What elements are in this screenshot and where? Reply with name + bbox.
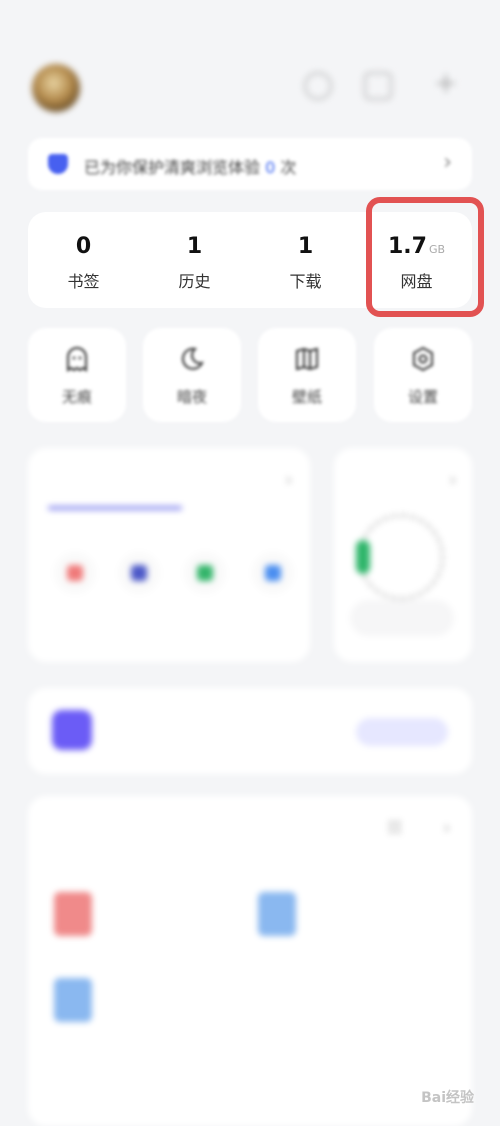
stat-bookmarks[interactable]: 0 书签 xyxy=(28,212,139,308)
moon-icon xyxy=(181,347,204,370)
edit-icon[interactable] xyxy=(364,72,392,100)
tool-item[interactable] xyxy=(180,552,230,608)
status-bar xyxy=(0,0,500,44)
gear-icon xyxy=(413,346,433,372)
stat-history[interactable]: 1 历史 xyxy=(139,212,250,308)
tile-incognito[interactable]: 无痕 xyxy=(28,328,126,422)
settings-icon[interactable] xyxy=(304,72,332,100)
storage-gauge-fill xyxy=(356,540,370,574)
stat-label: 历史 xyxy=(178,272,211,291)
more-icon[interactable]: › xyxy=(444,818,450,837)
protection-text: 已为你保护清爽浏览体验 0 次 xyxy=(84,154,296,178)
stat-label: 下载 xyxy=(289,272,322,291)
progress-bar xyxy=(48,506,182,510)
tile-night-mode[interactable]: 暗夜 xyxy=(143,328,241,422)
stat-label: 书签 xyxy=(67,272,100,291)
protection-text-mid: 清爽浏览体验 xyxy=(164,158,261,177)
folder-icon xyxy=(52,710,92,750)
tile-label: 暗夜 xyxy=(176,388,207,406)
space-button[interactable] xyxy=(350,600,454,636)
storage-gauge xyxy=(358,514,444,600)
shield-icon xyxy=(48,154,68,174)
promo-card[interactable] xyxy=(28,688,472,774)
tool-item[interactable] xyxy=(114,552,164,608)
file-thumb xyxy=(54,892,92,936)
protection-banner[interactable]: 已为你保护清爽浏览体验 0 次 › xyxy=(28,138,472,190)
file-item[interactable] xyxy=(54,892,244,962)
file-item[interactable] xyxy=(258,892,448,962)
tools-card[interactable]: › xyxy=(28,448,310,662)
book-icon xyxy=(296,347,318,371)
tile-label: 壁纸 xyxy=(291,388,322,406)
add-icon[interactable] xyxy=(430,66,458,100)
highlight-box xyxy=(366,197,484,317)
file-item[interactable] xyxy=(54,978,244,1048)
protection-text-after: 次 xyxy=(280,158,297,177)
file-thumb xyxy=(258,892,296,936)
protection-count: 0 xyxy=(265,158,276,177)
stat-value: 1 xyxy=(297,234,314,259)
filter-icon[interactable]: ☷ xyxy=(388,818,402,837)
stat-value: 1 xyxy=(186,234,203,259)
tile-settings[interactable]: 设置 xyxy=(374,328,472,422)
ghost-icon xyxy=(67,347,87,372)
stat-downloads[interactable]: 1 下载 xyxy=(250,212,361,308)
tool-item[interactable] xyxy=(50,552,100,608)
tile-label: 设置 xyxy=(407,388,438,406)
tile-wallpaper[interactable]: 壁纸 xyxy=(258,328,356,422)
watermark-logo: Bai经验 xyxy=(421,1090,474,1106)
file-thumb xyxy=(54,978,92,1022)
promo-button[interactable] xyxy=(356,718,448,746)
chevron-right-icon: › xyxy=(449,470,456,489)
tool-item[interactable] xyxy=(248,552,298,608)
more-icon[interactable]: › xyxy=(286,470,292,489)
recent-files-card: ☷ › xyxy=(28,796,472,1126)
avatar[interactable] xyxy=(32,64,80,112)
stat-value: 0 xyxy=(75,234,92,259)
protection-text-before: 已为你保护 xyxy=(84,158,165,177)
space-card[interactable]: › xyxy=(334,448,472,662)
tile-label: 无痕 xyxy=(61,388,92,406)
chevron-right-icon: › xyxy=(443,150,452,175)
